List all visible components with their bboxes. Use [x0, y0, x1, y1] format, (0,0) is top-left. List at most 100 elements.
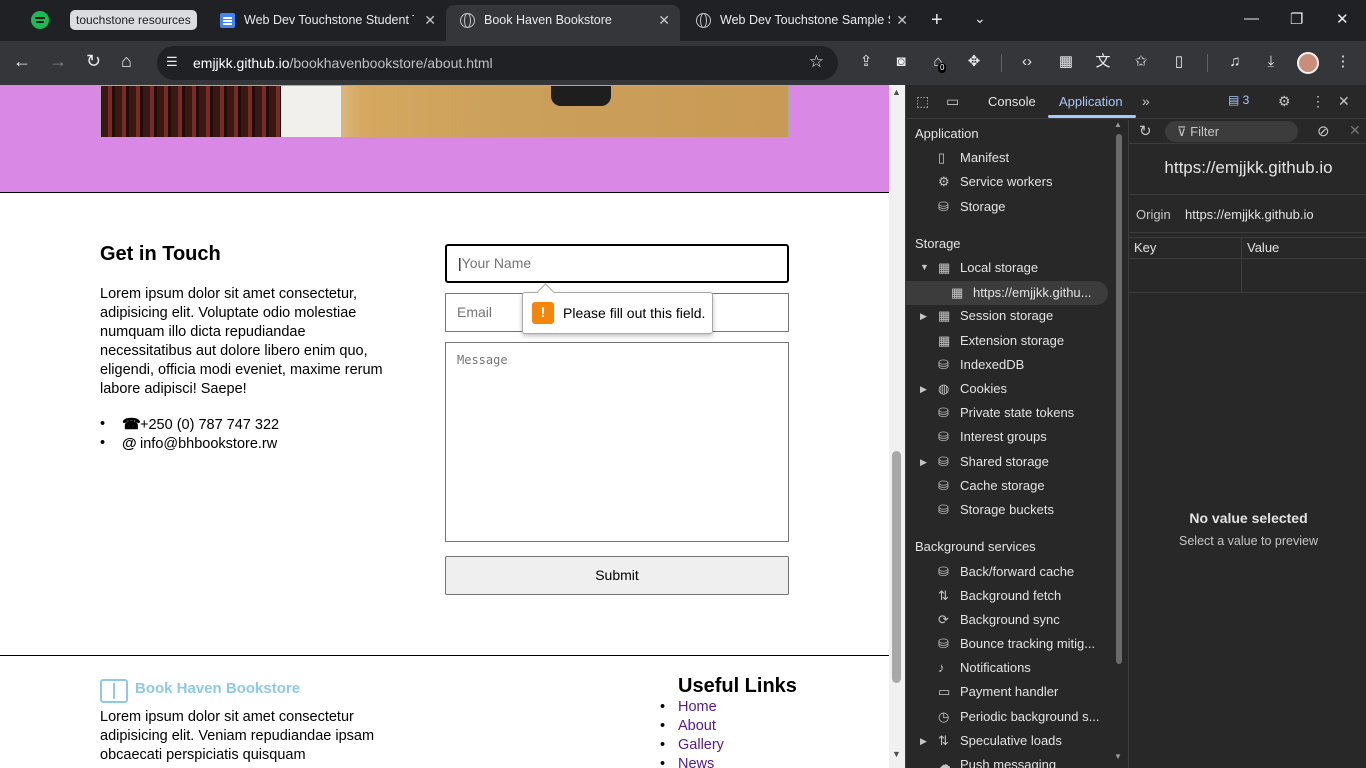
device-toolbar-icon[interactable]: ▭ — [946, 93, 959, 110]
collapsed-arrow-icon[interactable]: ▶ — [920, 311, 927, 322]
close-tab-icon[interactable]: ✕ — [658, 5, 670, 35]
tab-console[interactable]: Console — [988, 85, 1036, 119]
delete-selected-icon[interactable]: ✕ — [1349, 122, 1361, 139]
settings-gear-icon[interactable]: ⚙ — [1278, 93, 1291, 110]
submit-button[interactable]: Submit — [445, 556, 789, 595]
sidebar-item-interest-groups[interactable]: ⛁ Interest groups — [938, 426, 1047, 448]
collapsed-arrow-icon[interactable]: ▶ — [920, 736, 927, 747]
inspect-element-icon[interactable]: ⬚ — [916, 93, 929, 110]
home-icon[interactable]: ⌂ — [121, 51, 132, 72]
address-bar[interactable]: ☰ emjjkk.github.io/bookhavenbookstore/ab… — [157, 46, 838, 80]
expanded-arrow-icon[interactable]: ▼ — [920, 262, 929, 272]
tab-search-icon[interactable]: ⌄ — [974, 10, 986, 27]
minimize-icon[interactable]: — — [1244, 10, 1259, 27]
close-window-icon[interactable]: ✕ — [1336, 10, 1349, 28]
tab-application[interactable]: Application — [1059, 85, 1123, 119]
sidebar-item-bounce-tracking[interactable]: ⛁ Bounce tracking mitig... — [938, 633, 1095, 655]
footer-link-gallery[interactable]: Gallery — [660, 736, 724, 755]
back-icon[interactable]: ← — [13, 51, 31, 72]
validation-message: Please fill out this field. — [563, 305, 706, 321]
sidebar-item-payment-handler[interactable]: ▭ Payment handler — [938, 681, 1058, 703]
footer-link-about[interactable]: About — [660, 717, 724, 736]
column-key[interactable]: Key — [1134, 240, 1156, 255]
extension-home-badge-icon[interactable]: ⌂ 0 — [929, 53, 947, 73]
sidebar-item-background-sync[interactable]: ⟳ Background sync — [938, 609, 1060, 631]
profile-avatar[interactable] — [1297, 52, 1319, 74]
collapsed-arrow-icon[interactable]: ▶ — [920, 457, 927, 468]
page-viewport: Get in Touch Lorem ipsum dolor sit amet … — [0, 85, 905, 768]
scroll-up-icon[interactable]: ▲ — [892, 87, 901, 97]
tab-sample-submission[interactable]: Web Dev Touchstone Sample Su ✕ — [682, 5, 918, 41]
extensions-puzzle-icon[interactable]: ✥ — [965, 53, 983, 71]
tab-group-label[interactable]: touchstone resources — [70, 10, 197, 30]
sidebar-item-storage-buckets[interactable]: ⛁ Storage buckets — [938, 499, 1054, 521]
reading-mode-icon[interactable]: ▯ — [1170, 53, 1188, 71]
name-input[interactable]: |Your Name — [445, 244, 789, 283]
more-menu-icon[interactable]: ⋮ — [1334, 53, 1352, 71]
download-icon[interactable]: ⤓ — [1262, 53, 1280, 71]
sidebar-item-cookies[interactable]: ◍ Cookies — [938, 378, 1007, 400]
sidebar-item-manifest[interactable]: ▯ Manifest — [938, 147, 1009, 169]
sidebar-item-indexeddb[interactable]: ⛁ IndexedDB — [938, 354, 1024, 376]
sidebar-item-notifications[interactable]: ♪ Notifications — [938, 657, 1031, 679]
sidebar-item-background-fetch[interactable]: ⇅ Background fetch — [938, 585, 1061, 607]
sidebar-item-bfcache[interactable]: ⛁ Back/forward cache — [938, 561, 1074, 583]
issues-counter[interactable]: ▤ 3 — [1228, 93, 1249, 107]
sidebar-item-cache-storage[interactable]: ⛁ Cache storage — [938, 475, 1045, 497]
new-tab-icon[interactable]: + — [931, 9, 943, 32]
sidebar-item-shared-storage[interactable]: ⛁ Shared storage — [938, 451, 1049, 473]
sidebar-item-periodic-sync[interactable]: ◷ Periodic background s... — [938, 706, 1099, 728]
restore-icon[interactable]: ❐ — [1290, 10, 1303, 28]
close-tab-icon[interactable]: ✕ — [896, 5, 908, 35]
reload-icon[interactable]: ↻ — [86, 51, 101, 72]
sidebar-item-session-storage[interactable]: ▦ Session storage — [938, 305, 1053, 327]
collapsed-arrow-icon[interactable]: ▶ — [920, 384, 927, 395]
url-text[interactable]: emjjkk.github.io/bookhavenbookstore/abou… — [193, 46, 493, 80]
origin-label: Origin — [1136, 207, 1171, 222]
filter-input[interactable]: ⊽ Filter — [1165, 121, 1298, 142]
favorites-icon[interactable]: ✩ — [1132, 53, 1150, 71]
origin-value: https://emjjkk.github.io — [1185, 207, 1314, 222]
scroll-down-icon[interactable]: ▼ — [892, 749, 901, 759]
more-tabs-icon[interactable]: » — [1142, 93, 1150, 109]
application-sidebar: Application ▯ Manifest ⚙ Service workers ⛁… — [906, 120, 1128, 768]
sidebar-item-speculative-loads[interactable]: ⇅ Speculative loads — [938, 730, 1062, 752]
sidebar-scroll-thumb[interactable] — [1116, 134, 1122, 664]
sidebar-item-extension-storage[interactable]: ▦ Extension storage — [938, 330, 1064, 352]
tab-title: Book Haven Bookstore — [484, 13, 612, 27]
forward-icon[interactable]: → — [49, 51, 67, 72]
sidebar-item-private-state-tokens[interactable]: ⛁ Private state tokens — [938, 402, 1074, 424]
sidebar-item-local-origin[interactable]: ▦ https://emjjkk.githu... — [906, 281, 1108, 305]
sidebar-item-service-workers[interactable]: ⚙ Service workers — [938, 171, 1052, 193]
qr-code-icon[interactable]: ▦ — [1057, 53, 1075, 71]
devtools-menu-icon[interactable]: ⋮ — [1311, 93, 1325, 110]
footer-link-news[interactable]: News — [660, 755, 724, 768]
sidebar-scrollbar[interactable]: ▲ ▼ — [1111, 120, 1125, 768]
media-controls-icon[interactable]: ♫ — [1226, 53, 1244, 71]
column-value[interactable]: Value — [1247, 240, 1279, 255]
message-textarea[interactable]: Message — [445, 342, 789, 542]
browser-toolbar: ← → ↻ ⌂ ☰ emjjkk.github.io/bookhavenbook… — [0, 41, 1366, 85]
tab-book-haven[interactable]: Book Haven Bookstore ✕ — [446, 5, 680, 41]
extension-glasses-icon[interactable]: ◙ — [892, 53, 910, 71]
code-icon[interactable]: ‹› — [1018, 53, 1036, 71]
translate-icon[interactable]: 文 — [1094, 53, 1112, 71]
bookmark-star-icon[interactable]: ☆ — [809, 52, 824, 72]
footer-link-home[interactable]: Home — [660, 698, 724, 717]
sidebar-item-storage[interactable]: ⛁ Storage — [938, 196, 1006, 218]
scroll-down-icon[interactable]: ▼ — [1114, 752, 1122, 761]
close-tab-icon[interactable]: ✕ — [424, 5, 436, 35]
refresh-icon[interactable]: ↻ — [1139, 122, 1152, 140]
sidebar-item-push-messaging[interactable]: ☁ Push messaging — [938, 754, 1056, 768]
clear-all-icon[interactable]: ⊘ — [1317, 122, 1330, 140]
tab-student-template[interactable]: Web Dev Touchstone Student Te ✕ — [206, 5, 446, 41]
spotify-icon[interactable] — [31, 11, 49, 29]
extension-upload-icon[interactable]: ⇪ — [857, 53, 875, 71]
scroll-up-icon[interactable]: ▲ — [1114, 120, 1122, 129]
sidebar-item-local-storage[interactable]: ▦ Local storage — [938, 257, 1038, 279]
page-scrollbar[interactable]: ▲ ▼ — [889, 85, 905, 768]
tab-title: Web Dev Touchstone Student Te — [244, 13, 414, 27]
site-info-icon[interactable]: ☰ — [166, 54, 184, 72]
scrollbar-thumb[interactable] — [892, 451, 901, 683]
close-devtools-icon[interactable]: ✕ — [1338, 93, 1350, 110]
